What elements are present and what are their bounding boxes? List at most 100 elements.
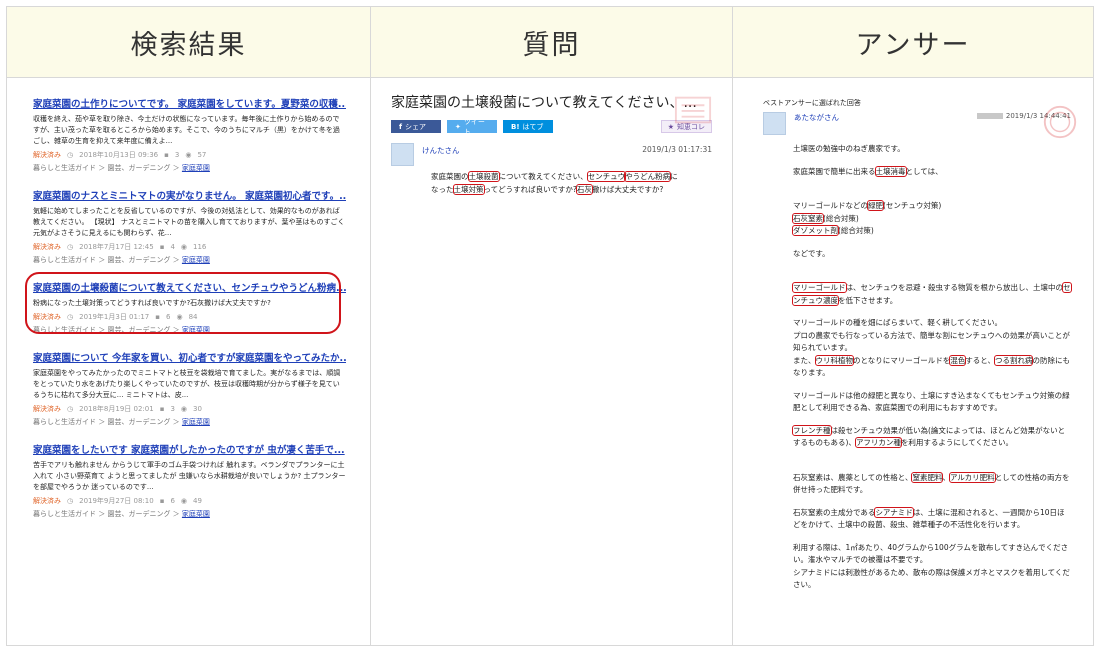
category-link[interactable]: 家庭菜園 [182, 510, 210, 518]
result-date: 2019年1月3日 01:17 [79, 313, 150, 321]
hatena-share-button[interactable]: B! はてブ [503, 120, 553, 133]
result-meta: 解決済み ◷ 2018年10月13日 09:36 ▪ 3 ◉ 57 [33, 150, 346, 160]
search-results-column: 検索結果 家庭菜園の土作りについてです。 家庭菜園をしています。夏野菜の収穫..… [7, 7, 371, 645]
highlight-keyword: アフリカン種 [854, 437, 902, 448]
search-result-item[interactable]: 家庭菜園の土作りについてです。 家庭菜園をしています。夏野菜の収穫... 収穫を終… [33, 96, 346, 173]
answer-paragraph: 石灰窒素の主成分であるシアナミドは、土壌に混和されると、一週間から10日ほどをか… [793, 506, 1071, 532]
search-results-header: 検索結果 [7, 7, 370, 78]
facebook-icon: f [399, 122, 403, 131]
highlight-keyword: 石灰窒素 [792, 212, 824, 224]
category-link[interactable]: 家庭菜園 [182, 164, 210, 172]
result-snippet: 家庭菜園をやってみたかったのでミニトマトと枝豆を袋栽培で育てました。実がなるまで… [33, 369, 341, 399]
clock-icon: ◷ [67, 313, 74, 321]
result-category: 暮らしと生活ガイド ＞ 園芸、ガーデニング ＞ 家庭菜園 [33, 255, 346, 265]
result-title-link[interactable]: 家庭菜園のナスとミニトマトの実がなりません。 家庭菜園初心者です。... [33, 188, 346, 202]
highlight-keyword: 土壌殺菌 [467, 171, 500, 182]
result-meta: 解決済み ◷ 2018年7月17日 12:45 ▪ 4 ◉ 116 [33, 242, 346, 252]
avatar[interactable] [763, 112, 786, 135]
answer-count: 3 [174, 151, 180, 159]
solved-badge: 解決済み [33, 151, 61, 159]
facebook-share-label: シェア [405, 122, 427, 131]
category-link[interactable]: 家庭菜園 [182, 326, 210, 334]
answer-paragraph: 石灰窒素(総合対策) [792, 212, 1071, 226]
highlight-keyword: アルカリ肥料 [948, 471, 996, 483]
highlight-keyword: フレンチ種 [792, 424, 832, 436]
comparison-frame: 検索結果 家庭菜園の土作りについてです。 家庭菜園をしています。夏野菜の収穫..… [6, 6, 1094, 646]
answer-paragraph: マリーゴールドなどの緑肥(センチュウ対策) [793, 200, 1071, 213]
result-snippet: 収穫を終え、茄や草を取り除き、今土だけの状態になっています。毎年後に土作りから始… [33, 115, 340, 145]
best-answer-label: ベストアンサーに選ばれた回答 [763, 99, 861, 107]
question-text: なった [431, 185, 454, 194]
highlight-keyword: 土壌対策 [452, 184, 485, 195]
result-category: 暮らしと生活ガイド ＞ 園芸、ガーデニング ＞ 家庭菜園 [33, 509, 346, 519]
result-date: 2019年9月27日 08:10 [79, 497, 154, 505]
eye-icon: ◉ [180, 243, 188, 251]
result-meta: 解決済み ◷ 2019年1月3日 01:17 ▪ 6 ◉ 84 [33, 312, 346, 322]
answer-header: アンサー [733, 7, 1093, 78]
answer-body: 土壌医の勉強中のねぎ農家です。 家庭菜園で簡単に出来る土壌消毒としては、 マリー… [792, 143, 1072, 592]
category-link[interactable]: 家庭菜園 [182, 256, 210, 264]
twitter-share-button[interactable]: ✦ ツイート [447, 118, 497, 136]
category-path: 暮らしと生活ガイド ＞ 園芸、ガーデニング ＞ [33, 418, 182, 426]
question-author-row: けんたさん 2019/1/3 01:17:31 [391, 143, 712, 166]
category-path: 暮らしと生活ガイド ＞ 園芸、ガーデニング ＞ [33, 256, 182, 264]
clock-icon: ◷ [67, 243, 74, 251]
solved-badge: 解決済み [33, 243, 61, 251]
question-text: に [670, 172, 678, 181]
highlight-keyword: 緑肥 [867, 200, 884, 211]
solved-badge: 解決済み [33, 497, 61, 505]
results-list: 家庭菜園の土作りについてです。 家庭菜園をしています。夏野菜の収穫... 収穫を終… [7, 78, 370, 519]
avatar[interactable] [391, 143, 414, 166]
answer-paragraph: 利用する際は、1㎡あたり、40グラムから100グラムを散布してすき込んでください… [793, 542, 1069, 565]
result-date: 2018年10月13日 09:36 [79, 151, 159, 159]
answer-paragraph: また、ウリ科植物のとなりにマリーゴールドを混色すると、つる割れ病の防除にもなりま… [793, 354, 1071, 380]
hatena-icon: B! [511, 122, 520, 131]
comment-icon: ▪ [155, 313, 160, 321]
view-count: 49 [193, 497, 202, 505]
answer-text: (センチュウ対策) [883, 201, 942, 210]
view-count: 84 [188, 313, 198, 321]
answer-text: のとなりにマリーゴールドを [853, 355, 951, 365]
result-date: 2018年7月17日 12:45 [79, 243, 154, 251]
answer-paragraph: フレンチ種は殺センチュウ効果が低い為(論文によっては、ほとんど効果がないとするも… [792, 424, 1071, 450]
highlight-keyword: 石灰 [575, 184, 593, 195]
result-title-link[interactable]: 家庭菜園をしたいです 家庭菜園がしたかったのですが 虫が凄く苦手で... [33, 442, 346, 456]
question-header: 質問 [371, 7, 732, 78]
facebook-share-button[interactable]: f シェア [391, 120, 441, 133]
seal-icon [1043, 105, 1077, 139]
category-link[interactable]: 家庭菜園 [182, 418, 210, 426]
question-text: 撒けば大丈夫ですか? [591, 185, 664, 194]
answer-text: 、 [942, 472, 950, 482]
answer-count: 4 [170, 243, 175, 251]
eye-icon: ◉ [180, 405, 188, 413]
answer-paragraph: ダゾメット剤(総合対策) [792, 225, 1071, 238]
result-meta: 解決済み ◷ 2018年8月19日 02:01 ▪ 3 ◉ 30 [33, 404, 346, 414]
answer-paragraph: マリーゴールドは他の緑肥と異なり、土壌にすき込まなくてもセンチュウ対策の緑肥とし… [793, 390, 1070, 413]
result-title-link[interactable]: 家庭菜園の土作りについてです。 家庭菜園をしています。夏野菜の収穫... [33, 96, 346, 110]
search-result-item[interactable]: 家庭菜園をしたいです 家庭菜園がしたかったのですが 虫が凄く苦手で... 苦手でア… [33, 442, 346, 519]
answer-paragraph: 石灰窒素は、農薬としての性格と、窒素肥料、アルカリ肥料としての性格の両方を併せ持… [793, 471, 1071, 497]
answer-author-name[interactable]: あたながさん [794, 112, 839, 123]
answer-text: としては、 [905, 166, 943, 176]
search-result-item[interactable]: 家庭菜園の土壌殺菌について教えてください、センチュウやうどん粉病... 粉病になっ… [25, 272, 346, 335]
comment-icon: ▪ [159, 497, 165, 505]
question-author-name[interactable]: けんたさん [422, 145, 460, 156]
comment-icon: ▪ [159, 405, 165, 413]
result-title-link[interactable]: 家庭菜園の土壌殺菌について教えてください、センチュウやうどん粉病... [33, 280, 346, 294]
answer-text: (総合対策) [823, 213, 859, 223]
result-date: 2018年8月19日 02:01 [79, 405, 154, 413]
search-result-item[interactable]: 家庭菜園について 今年家を買い、初心者ですが家庭菜園をやってみたか... 家庭菜園… [33, 350, 346, 427]
result-title-link[interactable]: 家庭菜園について 今年家を買い、初心者ですが家庭菜園をやってみたか... [33, 350, 346, 364]
question-text: 家庭菜園の [431, 172, 469, 181]
answer-count: 6 [165, 313, 171, 321]
category-path: 暮らしと生活ガイド ＞ 園芸、ガーデニング ＞ [33, 326, 182, 334]
view-count: 116 [193, 243, 207, 251]
search-result-item[interactable]: 家庭菜園のナスとミニトマトの実がなりません。 家庭菜園初心者です。... 気軽に始… [33, 188, 346, 265]
eye-icon: ◉ [180, 497, 188, 505]
twitter-share-label: ツイート [463, 117, 485, 136]
result-snippet: 気軽に始めてしまったことを反省しているのですが、今後の対処法として、効果的なもの… [33, 207, 345, 237]
highlight-keyword: つる割れ病 [993, 354, 1034, 366]
stamp-icon [674, 96, 712, 124]
answer-text: 石灰窒素は、農薬としての性格と、 [793, 472, 913, 482]
answer-text: 石灰窒素の主成分である [793, 507, 876, 517]
